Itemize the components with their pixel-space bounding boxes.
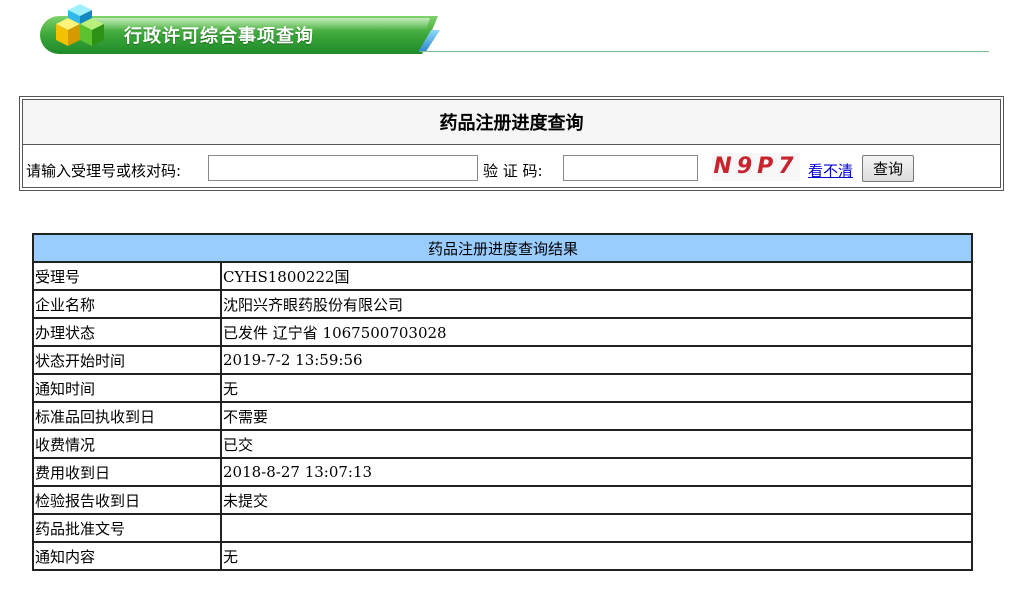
cubes-icon — [56, 4, 104, 46]
result-table: 药品注册进度查询结果 受理号 CYHS1800222国 企业名称 沈阳兴齐眼药股份有限… — [32, 233, 973, 571]
row-value: 2018-8-27 13:07:13 — [220, 457, 973, 487]
query-panel: 药品注册进度查询 请输入受理号或核对码: 验 证 码: N9P7 看不清 查询 — [19, 96, 1004, 191]
accept-number-label: 请输入受理号或核对码: — [26, 162, 182, 180]
row-label: 标准品回执收到日 — [32, 401, 222, 431]
captcha-input[interactable] — [563, 155, 698, 181]
table-row: 费用收到日 2018-8-27 13:07:13 — [32, 457, 973, 487]
captcha-image: N9P7 — [712, 153, 800, 181]
query-form: 请输入受理号或核对码: 验 证 码: N9P7 看不清 查询 — [23, 145, 1000, 187]
query-button[interactable]: 查询 — [862, 155, 914, 182]
table-row: 通知内容无 — [32, 541, 973, 571]
row-value — [220, 513, 973, 543]
table-row: 标准品回执收到日 不需要 — [32, 401, 973, 431]
query-title: 药品注册进度查询 — [23, 100, 1000, 145]
table-row: 检验报告收到日 未提交 — [32, 485, 973, 515]
row-value: 未提交 — [220, 485, 973, 515]
table-row: 状态开始时间 2019-7-2 13:59:56 — [32, 345, 973, 375]
result-header-row: 药品注册进度查询结果 — [32, 233, 973, 263]
row-label: 企业名称 — [32, 289, 222, 319]
row-label: 通知时间 — [32, 373, 222, 403]
row-label: 受理号 — [32, 261, 222, 291]
row-label: 费用收到日 — [32, 457, 222, 487]
banner-underline — [420, 51, 989, 52]
row-label: 通知内容 — [32, 541, 222, 571]
table-row: 企业名称 沈阳兴齐眼药股份有限公司 — [32, 289, 973, 319]
row-label: 状态开始时间 — [32, 345, 222, 375]
row-value: 不需要 — [220, 401, 973, 431]
banner-title: 行政许可综合事项查询 — [124, 26, 314, 47]
table-row: 通知时间无 — [32, 373, 973, 403]
row-value: 已发件 辽宁省 1067500703028 — [220, 317, 973, 347]
table-row: 办理状态 已发件 辽宁省 1067500703028 — [32, 317, 973, 347]
table-row: 药品批准文号 — [32, 513, 973, 543]
accept-number-input[interactable] — [208, 155, 478, 181]
row-value: CYHS1800222国 — [220, 261, 973, 291]
table-row: 受理号 CYHS1800222国 — [32, 261, 973, 291]
result-title: 药品注册进度查询结果 — [32, 233, 973, 263]
row-label: 办理状态 — [32, 317, 222, 347]
captcha-label: 验 证 码: — [483, 162, 543, 180]
row-label: 药品批准文号 — [32, 513, 222, 543]
page-banner: 行政许可综合事项查询 — [0, 0, 1033, 60]
row-value: 2019-7-2 13:59:56 — [220, 345, 973, 375]
row-value: 无 — [220, 373, 973, 403]
row-value: 无 — [220, 541, 973, 571]
row-value: 沈阳兴齐眼药股份有限公司 — [220, 289, 973, 319]
row-label: 收费情况 — [32, 429, 222, 459]
row-label: 检验报告收到日 — [32, 485, 222, 515]
row-value: 已交 — [220, 429, 973, 459]
table-row: 收费情况 已交 — [32, 429, 973, 459]
refresh-captcha-link[interactable]: 看不清 — [808, 160, 853, 181]
